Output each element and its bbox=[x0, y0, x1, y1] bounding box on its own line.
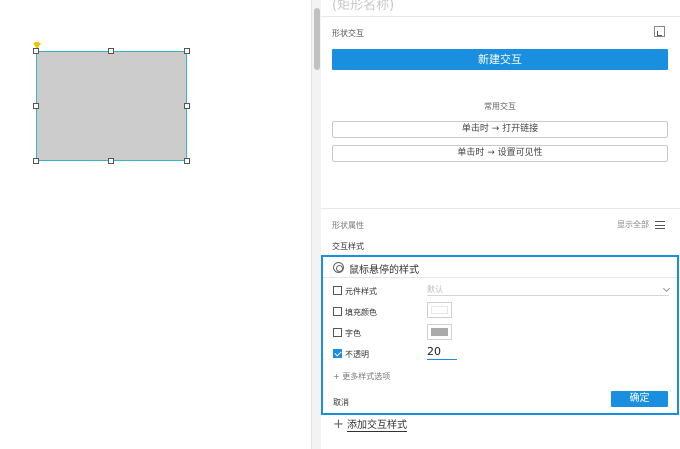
shape-name-title: (矩形名称) bbox=[332, 0, 395, 13]
inspector-panel: (矩形名称) 形状交互 新建交互 常用交互 单击时 → 打开链接 单击时 → 设… bbox=[321, 0, 680, 449]
shape-properties-label: 形状属性 bbox=[332, 221, 364, 230]
fill-color-checkbox[interactable] bbox=[333, 307, 342, 316]
divider bbox=[323, 277, 677, 278]
click-set-visibility-button[interactable]: 单击时 → 设置可见性 bbox=[332, 145, 668, 162]
resize-handle-top-right[interactable] bbox=[184, 48, 190, 54]
add-interaction-style-link[interactable]: 添加交互样式 bbox=[347, 420, 407, 432]
shape-interaction-label: 形状交互 bbox=[332, 29, 364, 38]
confirm-button[interactable]: 确定 bbox=[611, 391, 668, 407]
resize-handle-left[interactable] bbox=[33, 103, 39, 109]
font-color-label: 字色 bbox=[345, 329, 361, 338]
resize-handle-bottom-right[interactable] bbox=[184, 158, 190, 164]
common-interactions-label: 常用交互 bbox=[484, 102, 516, 111]
design-canvas[interactable] bbox=[0, 0, 306, 449]
fill-color-preview bbox=[431, 306, 448, 314]
font-color-swatch[interactable] bbox=[427, 324, 452, 340]
divider bbox=[321, 208, 680, 209]
element-style-label: 元件样式 bbox=[345, 287, 377, 296]
hover-target-icon bbox=[333, 262, 344, 273]
font-color-preview bbox=[431, 328, 448, 336]
resize-handle-top-left[interactable] bbox=[33, 48, 39, 54]
resize-handle-bottom[interactable] bbox=[108, 158, 114, 164]
element-style-value: 默认 bbox=[427, 285, 443, 294]
scrollbar-thumb[interactable] bbox=[314, 8, 320, 70]
opacity-label: 不透明 bbox=[345, 350, 369, 359]
resize-handle-right[interactable] bbox=[184, 103, 190, 109]
panel-scrollbar[interactable] bbox=[311, 0, 321, 449]
menu-icon[interactable] bbox=[655, 221, 665, 229]
cancel-button[interactable]: 取消 bbox=[333, 397, 349, 408]
more-style-options-link[interactable]: + 更多样式选项 bbox=[333, 371, 390, 382]
element-style-select[interactable]: 默认 bbox=[427, 284, 671, 296]
hover-style-title: 鼠标悬停的样式 bbox=[349, 265, 419, 276]
hover-style-editor: 鼠标悬停的样式 元件样式 默认 填充颜色 字色 不透明 20 + 更多样式选项 … bbox=[321, 255, 679, 415]
new-interaction-button[interactable]: 新建交互 bbox=[332, 49, 668, 70]
click-open-link-button[interactable]: 单击时 → 打开链接 bbox=[332, 121, 668, 138]
divider bbox=[321, 16, 680, 17]
plus-icon[interactable]: + bbox=[333, 417, 344, 432]
fill-color-label: 填充颜色 bbox=[345, 308, 377, 317]
resize-handle-bottom-left[interactable] bbox=[33, 158, 39, 164]
font-color-checkbox[interactable] bbox=[333, 328, 342, 337]
interaction-styles-label: 交互样式 bbox=[332, 242, 364, 251]
opacity-input[interactable]: 20 bbox=[427, 345, 457, 360]
show-all-link[interactable]: 显示全部 bbox=[617, 219, 649, 230]
collapse-icon[interactable] bbox=[654, 26, 665, 37]
fill-color-swatch[interactable] bbox=[427, 302, 452, 318]
resize-handle-top[interactable] bbox=[108, 48, 114, 54]
opacity-checkbox[interactable] bbox=[333, 349, 342, 358]
chevron-down-icon bbox=[662, 284, 671, 293]
rectangle-shape[interactable] bbox=[36, 51, 187, 161]
element-style-checkbox[interactable] bbox=[333, 286, 342, 295]
